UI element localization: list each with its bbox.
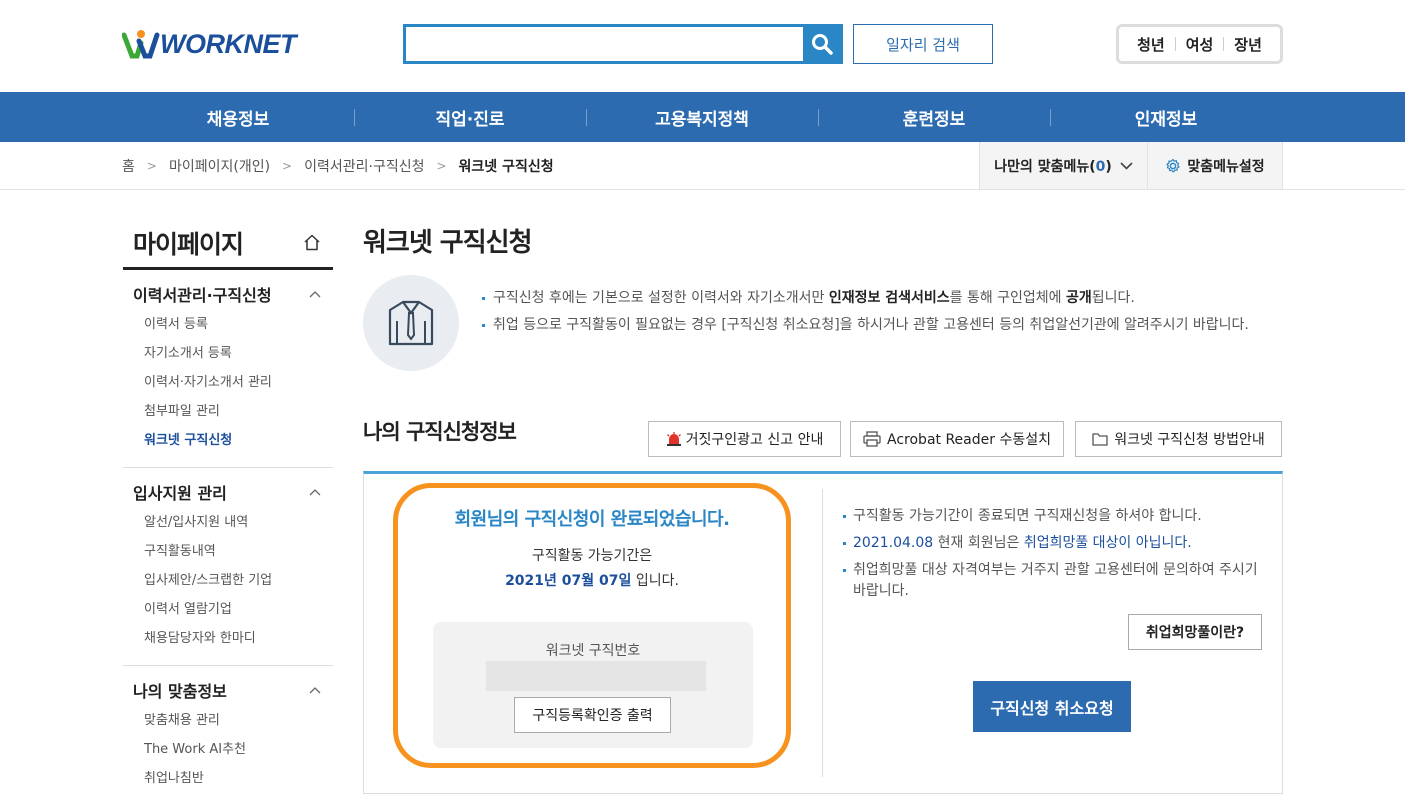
quick-link-senior[interactable]: 장년	[1224, 34, 1272, 55]
job-search-button[interactable]: 일자리 검색	[853, 24, 993, 64]
worknet-logo[interactable]: WORKNET	[122, 26, 296, 62]
quick-link-women[interactable]: 여성	[1176, 34, 1224, 55]
logo-text: WORKNET	[160, 28, 296, 59]
quick-links: 청년 여성 장년	[1116, 24, 1283, 64]
divider	[822, 489, 823, 777]
folder-icon	[1092, 433, 1108, 446]
side-nav-group-title: 나의 맞춤정보	[133, 682, 227, 701]
breadcrumb: 홈 > 마이페이지(개인) > 이력서관리·구직신청 > 워크넷 구직신청	[122, 142, 554, 189]
search-icon	[811, 34, 833, 55]
intro-item: 취업 등으로 구직활동이 필요없는 경우 [구직신청 취소요청]을 하시거나 관…	[481, 314, 1281, 336]
gnb-item-talent[interactable]: 인재정보	[1050, 92, 1282, 142]
side-nav-item[interactable]: 입사제안/스크랩한 기업	[144, 566, 333, 595]
print-certificate-button[interactable]: 구직등록확인증 출력	[514, 697, 671, 733]
breadcrumb-mypage[interactable]: 마이페이지(개인)	[169, 156, 270, 176]
side-nav-item[interactable]: 알선/입사지원 내역	[144, 508, 333, 537]
gnb-item-career[interactable]: 직업·진로	[354, 92, 586, 142]
side-nav-item[interactable]: 취업나침반	[144, 764, 333, 793]
side-nav-item[interactable]: 채용담당자와 한마디	[144, 624, 333, 653]
chevron-up-icon	[309, 488, 321, 495]
side-nav-item[interactable]: 맞춤채용 관리	[144, 706, 333, 735]
chevron-up-icon	[309, 686, 321, 693]
side-nav-item[interactable]: 이력서·자기소개서 관리	[144, 368, 333, 397]
apply-guide-button[interactable]: 워크넷 구직신청 방법안내	[1075, 421, 1282, 457]
home-icon[interactable]	[303, 234, 321, 251]
gnb-item-training[interactable]: 훈련정보	[818, 92, 1050, 142]
side-nav-group-custom: 나의 맞춤정보 맞춤채용 관리 The Work AI추천 취업나침반	[123, 666, 333, 805]
breadcrumb-resume[interactable]: 이력서관리·구직신청	[304, 156, 424, 176]
gnb-item-welfare[interactable]: 고용복지정책	[586, 92, 818, 142]
job-number-label: 워크넷 구직번호	[545, 643, 641, 659]
acrobat-install-button[interactable]: Acrobat Reader 수동설치	[850, 421, 1064, 457]
side-nav-group-apply: 입사지원 관리 알선/입사지원 내역 구직활동내역 입사제안/스크랩한 기업 이…	[123, 468, 333, 666]
chevron-right-icon: >	[146, 158, 157, 173]
search-button[interactable]	[803, 27, 840, 61]
chevron-down-icon	[1120, 161, 1133, 170]
side-nav-item[interactable]: 이력서 열람기업	[144, 595, 333, 624]
side-nav-group-head[interactable]: 나의 맞춤정보	[123, 678, 333, 702]
my-menu-label: 나만의 맞춤메뉴(0)	[994, 158, 1112, 175]
intro-item: 구직신청 후에는 기본으로 설정한 이력서와 자기소개서만 인재정보 검색서비스…	[481, 287, 1281, 309]
notice-item: 구직활동 가능기간이 종료되면 구직재신청을 하셔야 합니다.	[842, 506, 1262, 527]
page-title: 워크넷 구직신청	[363, 228, 532, 258]
side-nav-group-head[interactable]: 입사지원 관리	[123, 480, 333, 504]
side-nav-group-head[interactable]: 이력서관리·구직신청	[123, 282, 333, 306]
quick-link-youth[interactable]: 청년	[1127, 34, 1175, 55]
intro-list: 구직신청 후에는 기본으로 설정한 이력서와 자기소개서만 인재정보 검색서비스…	[481, 287, 1281, 341]
breadcrumb-current: 워크넷 구직신청	[458, 158, 554, 175]
global-nav: 채용정보 직업·진로 고용복지정책 훈련정보 인재정보	[0, 92, 1405, 142]
chevron-right-icon: >	[282, 158, 293, 173]
side-nav-item[interactable]: 구직활동내역	[144, 537, 333, 566]
gnb-item-recruit[interactable]: 채용정보	[122, 92, 354, 142]
side-nav-group-title: 입사지원 관리	[133, 484, 227, 503]
cancel-application-button[interactable]: 구직신청 취소요청	[973, 681, 1131, 732]
job-number-value	[486, 661, 706, 691]
side-nav-item[interactable]: The Work AI추천	[144, 735, 333, 764]
breadcrumb-bar: 홈 > 마이페이지(개인) > 이력서관리·구직신청 > 워크넷 구직신청 나만…	[0, 142, 1405, 190]
printer-icon	[863, 431, 881, 447]
siren-icon	[666, 432, 681, 446]
period-date: 2021년 07월 07일 입니다.	[505, 573, 679, 589]
side-nav-group-resume: 이력서관리·구직신청 이력서 등록 자기소개서 등록 이력서·자기소개서 관리 …	[123, 270, 333, 468]
side-nav-title: 마이페이지	[123, 218, 333, 270]
notice-item: 2021.04.08 현재 회원님은 취업희망풀 대상이 아닙니다.	[842, 533, 1262, 554]
gear-icon	[1166, 158, 1180, 172]
section-title: 나의 구직신청정보	[363, 420, 517, 444]
search-box	[403, 24, 843, 64]
side-nav-group-title: 이력서관리·구직신청	[133, 286, 272, 305]
notice-list: 구직활동 가능기간이 종료되면 구직재신청을 하셔야 합니다. 2021.04.…	[842, 506, 1262, 608]
side-nav: 마이페이지 이력서관리·구직신청 이력서 등록 자기소개서 등록 이력서·자기소…	[123, 218, 333, 805]
apply-guide-label: 워크넷 구직신청 방법안내	[1114, 432, 1265, 448]
fake-ad-report-button[interactable]: 거짓구인광고 신고 안내	[648, 421, 841, 457]
acrobat-install-label: Acrobat Reader 수동설치	[887, 432, 1051, 448]
fake-ad-report-label: 거짓구인광고 신고 안내	[685, 432, 824, 448]
side-nav-item-active[interactable]: 워크넷 구직신청	[144, 426, 333, 455]
notice-item: 취업희망풀 대상 자격여부는 거주지 관할 고용센터에 문의하여 주시기 바랍니…	[842, 560, 1262, 602]
completion-message: 회원님의 구직신청이 완료되었습니다.	[454, 509, 730, 530]
side-nav-item[interactable]: 이력서 등록	[144, 310, 333, 339]
chevron-right-icon: >	[436, 158, 447, 173]
hope-pool-info-button[interactable]: 취업희망풀이란?	[1128, 614, 1262, 650]
shirt-icon-svg	[388, 300, 434, 346]
breadcrumb-home[interactable]: 홈	[122, 156, 135, 176]
menu-settings-label: 맞춤메뉴설정	[1187, 158, 1265, 175]
side-nav-item[interactable]: 자기소개서 등록	[144, 339, 333, 368]
side-nav-title-text: 마이페이지	[133, 229, 244, 259]
logo-w-icon	[122, 30, 160, 59]
menu-settings-button[interactable]: 맞춤메뉴설정	[1147, 142, 1283, 189]
header: WORKNET 일자리 검색 청년 여성 장년	[0, 0, 1405, 92]
my-menu-count: 0	[1095, 158, 1106, 175]
my-menu-dropdown[interactable]: 나만의 맞춤메뉴(0)	[979, 142, 1147, 189]
chevron-up-icon	[309, 290, 321, 297]
side-nav-item[interactable]: 첨부파일 관리	[144, 397, 333, 426]
period-label: 구직활동 가능기간은	[531, 548, 653, 564]
search-input[interactable]	[406, 27, 803, 61]
shirt-icon	[363, 275, 459, 371]
